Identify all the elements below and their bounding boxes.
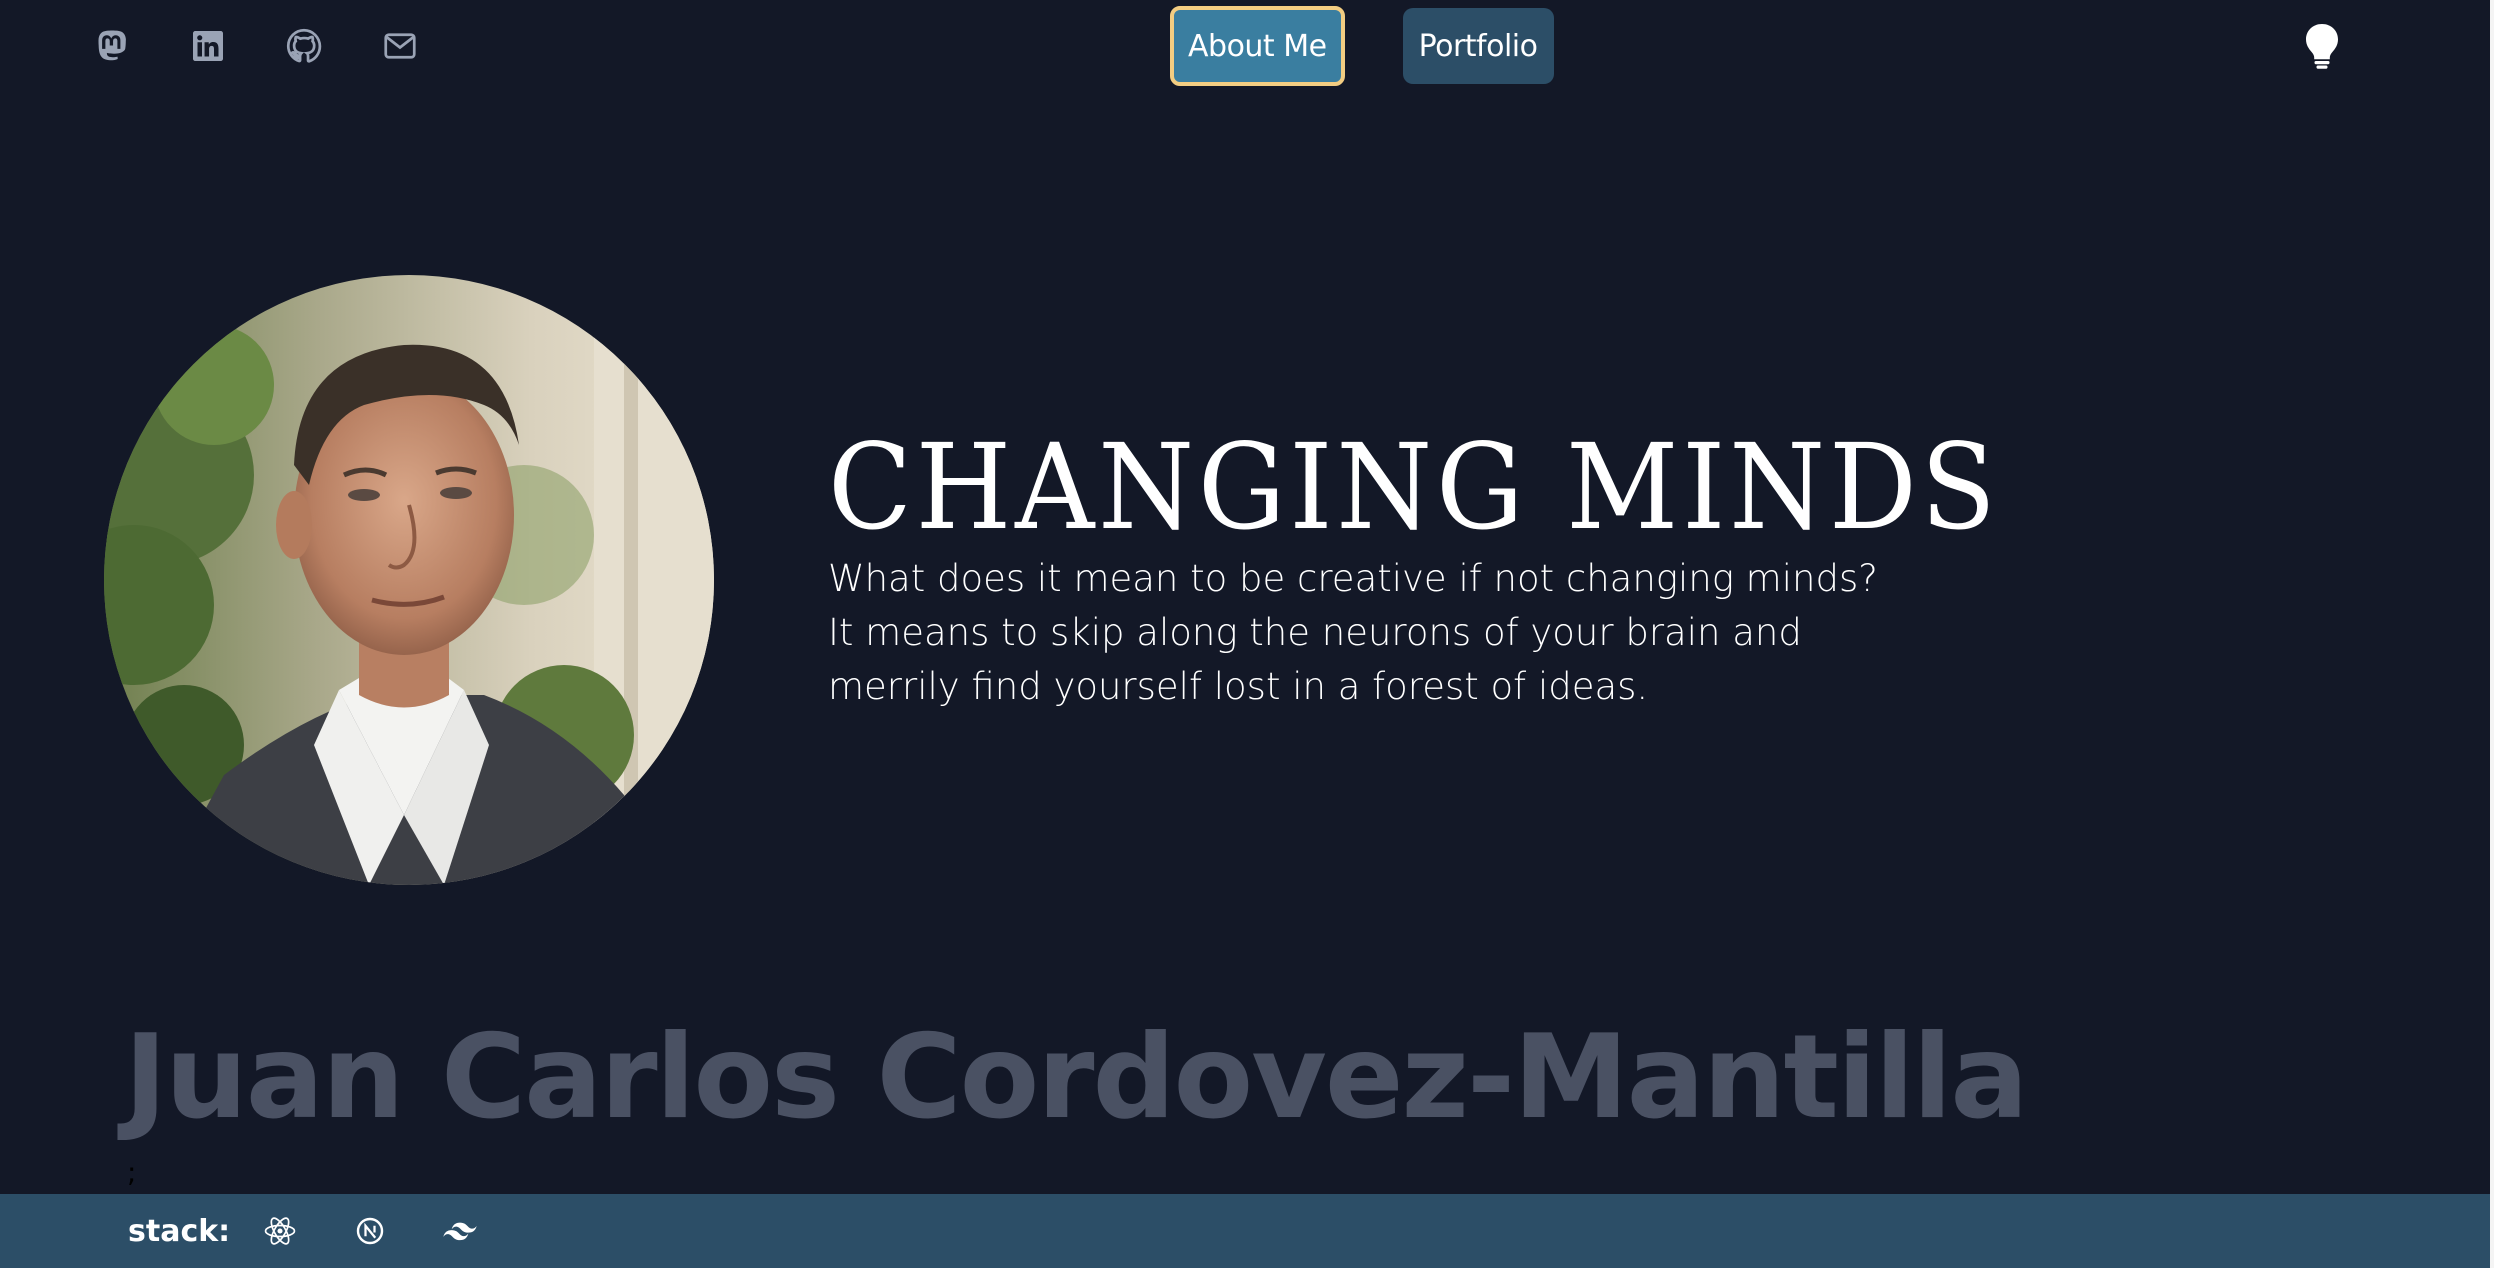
profile-photo — [104, 275, 714, 885]
mail-icon[interactable] — [382, 24, 418, 68]
about-me-button[interactable]: About Me — [1170, 6, 1345, 86]
social-links — [94, 24, 418, 68]
hero-headline: CHANGING MINDS — [828, 418, 2000, 556]
author-name: Juan Carlos Cordovez-Mantilla — [124, 1010, 2029, 1145]
tagline-line: It means to skip along the neurons of yo… — [828, 611, 1802, 654]
tagline-line: What does it mean to be creative if not … — [828, 557, 1878, 600]
top-nav: About Me Portfolio — [1170, 6, 1554, 86]
hero-tagline: What does it mean to be creative if not … — [828, 552, 1978, 714]
stack-label: stack: — [128, 1213, 231, 1249]
stack-icons — [258, 1209, 482, 1253]
window-edge — [2490, 0, 2494, 1268]
page: About Me Portfolio CHANGING MINDS What d… — [0, 0, 2494, 1268]
tagline-line: merrily find yourself lost in a forest o… — [828, 665, 1649, 708]
react-icon — [258, 1209, 302, 1253]
stack-footer: stack: — [0, 1194, 2490, 1268]
github-icon[interactable] — [286, 24, 322, 68]
linkedin-icon[interactable] — [190, 24, 226, 68]
mastodon-icon[interactable] — [94, 24, 130, 68]
portfolio-button[interactable]: Portfolio — [1402, 8, 1554, 84]
stray-character: ; — [127, 1156, 137, 1189]
tailwind-icon — [438, 1209, 482, 1253]
main-content: About Me Portfolio CHANGING MINDS What d… — [0, 0, 2490, 1268]
nextjs-icon — [348, 1209, 392, 1253]
lightbulb-icon[interactable] — [2302, 22, 2342, 70]
